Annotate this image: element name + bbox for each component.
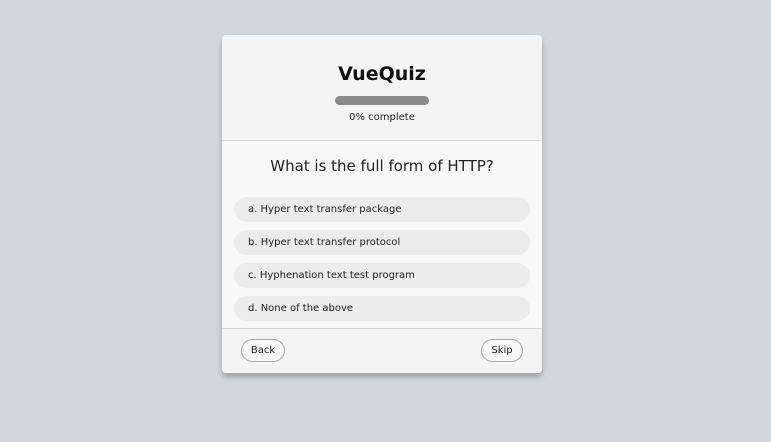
- answer-option-c[interactable]: c. Hyphenation text test program: [234, 263, 530, 288]
- answer-option-a[interactable]: a. Hyper text transfer package: [234, 197, 530, 222]
- quiz-card: VueQuiz 0% complete What is the full for…: [222, 35, 542, 373]
- question-section: What is the full form of HTTP? a. Hyper …: [222, 141, 542, 328]
- quiz-footer: Back Skip: [222, 328, 542, 373]
- quiz-title: VueQuiz: [338, 63, 426, 85]
- progress-bar: [335, 96, 429, 105]
- progress-label: 0% complete: [349, 112, 415, 123]
- answer-option-d[interactable]: d. None of the above: [234, 296, 530, 321]
- answer-option-b[interactable]: b. Hyper text transfer protocol: [234, 230, 530, 255]
- question-text: What is the full form of HTTP?: [270, 157, 494, 175]
- answer-options: a. Hyper text transfer package b. Hyper …: [234, 197, 530, 329]
- skip-button[interactable]: Skip: [481, 339, 523, 362]
- quiz-header: VueQuiz 0% complete: [222, 35, 542, 141]
- back-button[interactable]: Back: [241, 339, 285, 362]
